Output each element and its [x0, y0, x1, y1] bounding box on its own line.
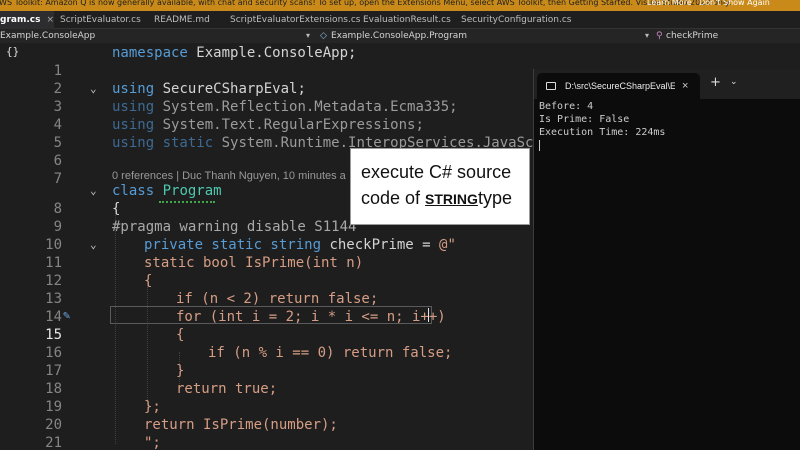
tab-program-cs[interactable]: gram.cs × — [0, 11, 54, 29]
tab-label: gram.cs — [0, 15, 41, 25]
terminal-line: Is Prime: False — [539, 114, 630, 125]
navigation-bar: Example.ConsoleApp ▾ ◇ Example.ConsoleAp… — [0, 29, 800, 43]
callout-line-1: execute C# source — [361, 162, 512, 182]
close-icon[interactable]: × — [682, 73, 688, 99]
terminal-cursor — [539, 140, 540, 151]
terminal-window[interactable]: D:\src\SecureCSharpEval\Exar × + ⌄ Befor… — [533, 69, 800, 450]
terminal-tab[interactable]: D:\src\SecureCSharpEval\Exar × — [537, 73, 700, 99]
fold-chevron-icon[interactable]: ⌄ — [90, 80, 97, 98]
callout-line-2: code of STRINGtype — [361, 188, 512, 208]
notification-bar: AWS Toolkit: Amazon Q is now generally a… — [0, 0, 800, 11]
tab-label: README.md — [154, 15, 210, 25]
terminal-output: Before: 4 Is Prime: False Execution Time: … — [539, 100, 665, 139]
terminal-title: D:\src\SecureCSharpEval\Exar — [565, 81, 675, 91]
member-icon: ⚲ — [656, 31, 663, 41]
notification-message: AWS Toolkit: Amazon Q is now generally a… — [0, 0, 732, 7]
fold-chevron-icon[interactable]: ⌄ — [90, 182, 97, 200]
fold-chevron-icon[interactable]: ⌄ — [90, 236, 97, 254]
class-dropdown[interactable]: Example.ConsoleApp.Program — [331, 29, 467, 43]
project-dropdown[interactable]: Example.ConsoleApp — [0, 29, 95, 43]
terminal-icon — [546, 82, 556, 90]
document-tabs: gram.cs × ScriptEvaluator.cs README.md Sc… — [0, 11, 800, 29]
tab-label: SecurityConfiguration.cs — [461, 15, 572, 25]
tab-label: EvaluationResult.cs — [363, 15, 451, 25]
close-icon[interactable]: × — [46, 15, 54, 25]
class-icon: ◇ — [320, 31, 327, 41]
chevron-down-icon[interactable]: ▾ — [645, 29, 649, 43]
tab-label: ScriptEvaluatorExtensions.cs — [230, 15, 361, 25]
tab-evaluationresult-cs[interactable]: EvaluationResult.cs — [363, 11, 451, 29]
code-line-1: 1 namespace Example.ConsoleApp; — [0, 44, 800, 79]
callout-emphasis: STRING — [425, 191, 478, 207]
chevron-down-icon[interactable]: ▾ — [306, 29, 310, 43]
codelens-references[interactable]: 0 references | Duc Thanh Nguyen, 10 minu… — [112, 169, 346, 183]
terminal-line: Before: 4 — [539, 101, 594, 112]
tab-label: ScriptEvaluator.cs — [60, 15, 141, 25]
annotation-callout: execute C# source code of STRINGtype — [350, 148, 530, 225]
terminal-tab-bar: D:\src\SecureCSharpEval\Exar × + ⌄ — [534, 69, 800, 99]
chevron-down-icon[interactable]: ⌄ — [730, 77, 738, 87]
learn-more-link[interactable]: Learn More — [647, 0, 692, 8]
tab-scriptevaluatorextensions-cs[interactable]: ScriptEvaluatorExtensions.cs — [230, 11, 360, 29]
dont-show-again-link[interactable]: Don't Show Again — [699, 0, 770, 8]
terminal-line: Execution Time: 224ms — [539, 127, 666, 138]
tab-scriptevaluator-cs[interactable]: ScriptEvaluator.cs — [60, 11, 141, 29]
tab-securityconfiguration-cs[interactable]: SecurityConfiguration.cs — [461, 11, 572, 29]
tab-readme-md[interactable]: README.md — [154, 11, 210, 29]
member-dropdown[interactable]: checkPrime — [666, 29, 718, 43]
new-tab-plus-icon[interactable]: + — [710, 75, 721, 90]
